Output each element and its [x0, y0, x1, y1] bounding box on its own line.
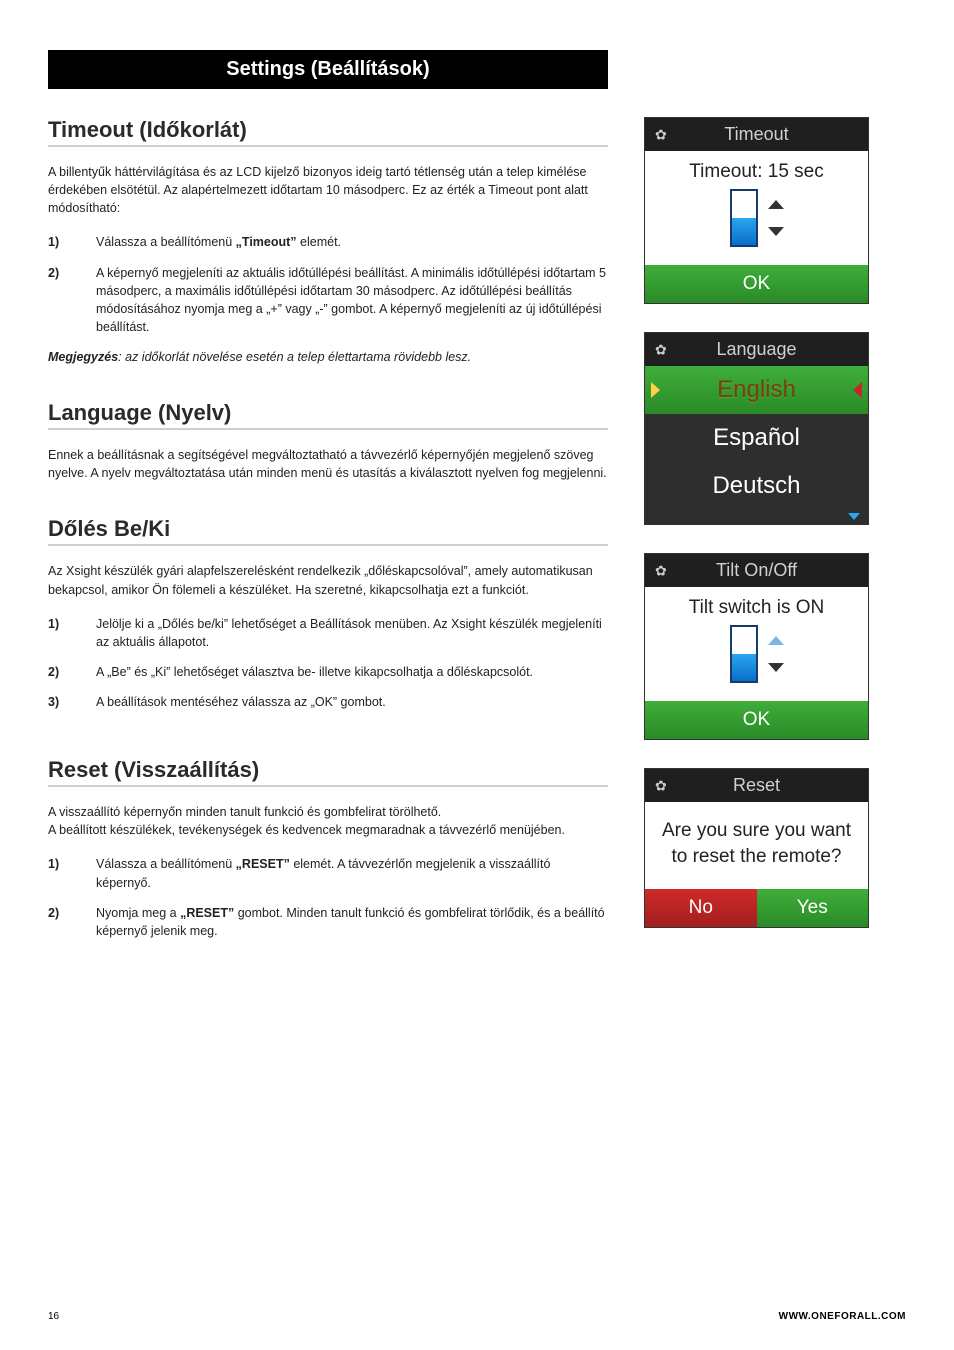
step-item: 2)Nyomja meg a „RESET” gombot. Minden ta… — [48, 904, 608, 940]
timeout-note: Megjegyzés: az időkorlát növelése esetén… — [48, 348, 608, 366]
timeout-value-line: Timeout: 15 sec — [653, 161, 860, 183]
tilt-slider[interactable] — [730, 625, 758, 683]
chevron-down-icon[interactable] — [768, 227, 784, 236]
timeout-steps: 1)Válassza a beállítómenü „Timeout” elem… — [48, 233, 608, 336]
gear-icon: ✿ — [655, 562, 667, 579]
ok-button[interactable]: OK — [645, 701, 868, 739]
screen-language-header: ✿ Language — [645, 333, 868, 366]
gear-icon: ✿ — [655, 126, 667, 143]
page-number: 16 — [48, 1311, 59, 1322]
chevron-down-icon[interactable] — [768, 663, 784, 672]
chevron-up-icon[interactable] — [768, 636, 784, 645]
chevron-up-icon[interactable] — [768, 200, 784, 209]
step-item: 2)A „Be” és „Ki” lehetőséget választva b… — [48, 663, 608, 681]
tilt-steps: 1)Jelölje ki a „Dőlés be/ki” lehetőséget… — [48, 615, 608, 712]
footer-url: WWW.ONEFORALL.COM — [779, 1311, 906, 1322]
step-item: 3)A beállítások mentéséhez válassza az „… — [48, 693, 608, 711]
tilt-status-line: Tilt switch is ON — [653, 597, 860, 619]
reset-intro1: A visszaállító képernyőn minden tanult f… — [48, 803, 608, 821]
language-option[interactable]: Deutsch — [645, 462, 868, 510]
gear-icon: ✿ — [655, 341, 667, 358]
timeout-slider[interactable] — [730, 189, 758, 247]
heading-timeout: Timeout (Időkorlát) — [48, 117, 608, 147]
screen-tilt: ✿ Tilt On/Off Tilt switch is ON OK — [644, 553, 869, 740]
language-option[interactable]: English — [645, 366, 868, 414]
heading-reset: Reset (Visszaállítás) — [48, 757, 608, 787]
timeout-intro: A billentyűk háttérvilágítása és az LCD … — [48, 163, 608, 217]
heading-language: Language (Nyelv) — [48, 400, 608, 430]
screen-timeout: ✿ Timeout Timeout: 15 sec OK — [644, 117, 869, 304]
language-option[interactable]: Español — [645, 414, 868, 462]
language-scroll-indicator[interactable] — [645, 510, 868, 524]
screen-tilt-header: ✿ Tilt On/Off — [645, 554, 868, 587]
reset-question: Are you sure you want to reset the remot… — [645, 802, 868, 889]
tilt-intro: Az Xsight készülék gyári alapfelszerelés… — [48, 562, 608, 598]
screen-reset: ✿ Reset Are you sure you want to reset t… — [644, 768, 869, 928]
screen-timeout-header: ✿ Timeout — [645, 118, 868, 151]
step-item: 1)Válassza a beállítómenü „RESET” elemét… — [48, 855, 608, 891]
page-banner: Settings (Beállítások) — [48, 50, 608, 89]
reset-steps: 1)Válassza a beállítómenü „RESET” elemét… — [48, 855, 608, 940]
screen-reset-header: ✿ Reset — [645, 769, 868, 802]
step-item: 2)A képernyő megjeleníti az aktuális idő… — [48, 264, 608, 337]
step-item: 1)Válassza a beállítómenü „Timeout” elem… — [48, 233, 608, 251]
ok-button[interactable]: OK — [645, 265, 868, 303]
reset-intro2: A beállított készülékek, tevékenységek é… — [48, 821, 608, 839]
language-text: Ennek a beállításnak a segítségével megv… — [48, 446, 608, 482]
gear-icon: ✿ — [655, 777, 667, 794]
step-item: 1)Jelölje ki a „Dőlés be/ki” lehetőséget… — [48, 615, 608, 651]
heading-tilt: Dőlés Be/Ki — [48, 516, 608, 546]
yes-button[interactable]: Yes — [757, 889, 869, 927]
screen-language: ✿ Language EnglishEspañolDeutsch — [644, 332, 869, 525]
no-button[interactable]: No — [645, 889, 757, 927]
